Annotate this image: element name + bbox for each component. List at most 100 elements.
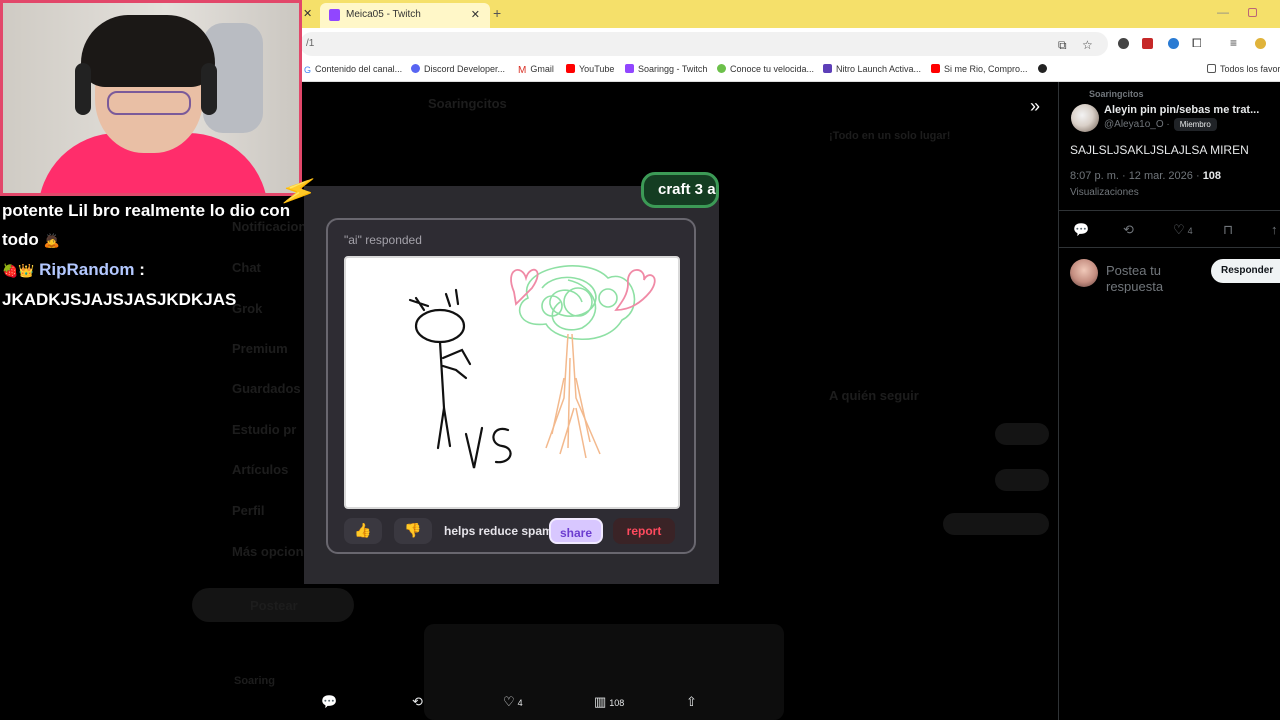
twitch-icon — [625, 64, 634, 73]
minimize-icon[interactable]: — — [1217, 5, 1229, 19]
drawing-illustration — [408, 265, 656, 469]
reply-icon[interactable]: 💬 — [321, 694, 337, 710]
trend-header: ¡Todo en un solo lugar! — [829, 130, 951, 142]
headset-icon — [75, 63, 91, 115]
retweet-icon[interactable]: ⟲ — [1123, 222, 1134, 238]
chat-message: potente Lil bro realmente lo dio con tod… — [2, 201, 291, 249]
chat-username: RipRandom — [39, 260, 135, 279]
star-icon[interactable]: ☆ — [1082, 38, 1093, 52]
nav-item[interactable]: Perfil — [232, 503, 265, 518]
like-button[interactable]: ♡ 4 — [503, 694, 523, 710]
tweet-user-name[interactable]: Aleyin pin pin/sebas me trat... — [1104, 104, 1259, 116]
media-icon[interactable]: ≡ — [1230, 36, 1237, 50]
share-icon[interactable]: ↑ — [1271, 222, 1278, 237]
who-to-follow-heading: A quién seguir — [829, 388, 919, 403]
nav-item[interactable]: Premium — [232, 341, 288, 356]
nav-item[interactable]: Más opcion — [232, 544, 304, 559]
share-button[interactable]: share — [549, 518, 603, 544]
like-button[interactable]: ♡ 4 — [1173, 222, 1193, 238]
tweet-actions: 💬 ⟲ ♡ 4 ⊓ ↑ — [1059, 210, 1280, 248]
nav-item[interactable]: Guardados — [232, 381, 301, 396]
avatar — [1070, 259, 1098, 287]
headset-icon — [201, 63, 217, 115]
tweet-panel: Soaringcitos Aleyin pin pin/sebas me tra… — [1058, 82, 1280, 720]
share-icon[interactable]: ⇧ — [686, 694, 697, 710]
speedtest-icon — [717, 64, 726, 73]
bookmark-item[interactable]: Conoce tu velocida... — [717, 64, 814, 74]
tab-meica05[interactable]: Meica05 - Twitch ✕ — [320, 3, 490, 28]
thumbs-down-button[interactable]: 👎 — [394, 518, 432, 544]
webcam-feed — [0, 0, 302, 196]
bookmark-item[interactable]: Nitro Launch Activa... — [823, 64, 921, 74]
ai-response-card: "ai" responded 👍 👎 helps reduce spam sha… — [326, 218, 696, 554]
retweet-icon[interactable]: ⟲ — [412, 694, 423, 710]
close-tab-icon[interactable]: ✕ — [471, 8, 480, 21]
tweet-text: SAJLSLJSAKLJSLAJLSA MIREN — [1070, 143, 1249, 157]
bookmark-item[interactable]: G Contenido del canal... — [304, 64, 402, 75]
reply-icon[interactable]: 💬 — [1073, 222, 1089, 238]
tab-title: Meica05 - Twitch — [346, 9, 421, 20]
puzzle-icon[interactable]: ⧠ — [1192, 36, 1202, 51]
url-field[interactable]: /1 ⧉ ☆ — [300, 32, 1108, 56]
new-tab-button[interactable]: + — [493, 5, 501, 21]
globe-icon — [1038, 64, 1047, 73]
chevrons-right-icon[interactable]: » — [1030, 96, 1040, 117]
follow-button[interactable] — [995, 469, 1049, 491]
tweet-handle: @Aleya1o_O · Miembro — [1104, 118, 1217, 131]
views-label: Visualizaciones — [1070, 187, 1139, 198]
thumbs-up-icon: 👍 — [354, 522, 372, 538]
install-icon[interactable]: ⧉ — [1058, 38, 1067, 53]
chat-message-text: JKADKJSJAJSJASJKDKJAS — [2, 290, 237, 309]
post-button[interactable]: Postear — [192, 588, 354, 622]
card-header: "ai" responded — [344, 233, 422, 247]
screen: ✕ Meica05 - Twitch ✕ + — /1 ⧉ ☆ ⧠ ≡ G Con… — [0, 0, 1280, 720]
follow-button[interactable] — [995, 423, 1049, 445]
youtube-icon — [566, 64, 575, 73]
member-badge: Miembro — [1173, 118, 1217, 131]
bookmark-item[interactable]: Discord Developer... — [411, 64, 505, 74]
avatar[interactable] — [1071, 104, 1099, 132]
thumbs-up-button[interactable]: 👍 — [344, 518, 382, 544]
youtube-icon — [931, 64, 940, 73]
profile-name[interactable]: Soaring — [234, 675, 275, 687]
maximize-icon[interactable] — [1248, 8, 1257, 17]
twitch-icon — [329, 9, 340, 21]
bookmark-item[interactable] — [1038, 64, 1051, 74]
chat-overlay: potente Lil bro realmente lo dio con tod… — [2, 196, 307, 314]
extension-icon[interactable] — [1142, 38, 1153, 49]
emote-icon: 🙇 — [43, 233, 60, 248]
report-button[interactable]: report — [613, 518, 675, 544]
streamer-hair — [81, 15, 215, 87]
reply-button[interactable]: Responder — [1211, 259, 1280, 283]
extension-icon[interactable] — [1168, 38, 1179, 49]
folder-icon — [1207, 64, 1216, 73]
thumbs-down-icon: 👎 — [404, 522, 422, 538]
reply-input[interactable]: Postea tu respuesta — [1106, 263, 1206, 293]
close-tab-icon[interactable]: ✕ — [303, 7, 312, 20]
bookmark-item[interactable]: Si me Rio, Compro... — [931, 64, 1028, 74]
bookmark-item[interactable]: YouTube — [566, 64, 614, 74]
google-icon: G — [304, 65, 312, 75]
discord-icon — [411, 64, 420, 73]
bookmark-folder[interactable]: Todos los favori — [1207, 64, 1280, 74]
bookmark-icon[interactable]: ⊓ — [1223, 222, 1233, 238]
badge-icon: 🍓👑 — [2, 263, 35, 278]
tweet-timestamp: 8:07 p. m. · 12 mar. 2026 · 108 — [1070, 170, 1222, 182]
url-text: /1 — [306, 38, 315, 49]
bookmark-item[interactable]: Soaringg - Twitch — [625, 64, 707, 74]
chat-message: 🍓👑 RipRandom : — [2, 260, 145, 279]
green-tab[interactable]: craft 3 a — [641, 172, 719, 208]
views-button[interactable]: ▥ 108 — [594, 694, 624, 710]
nav-item[interactable]: Estudio pr — [232, 422, 296, 437]
nitro-icon — [823, 64, 832, 73]
bookmark-item[interactable]: M Gmail — [518, 64, 554, 76]
nav-item[interactable]: Artículos — [232, 462, 288, 477]
subscribe-button[interactable] — [943, 513, 1049, 535]
bottom-action-bar: 💬 ⟲ ♡ 4 ▥ 108 ⇧ — [300, 690, 720, 716]
profile-icon[interactable] — [1255, 38, 1266, 49]
spam-caption: helps reduce spam — [444, 524, 553, 538]
drawing-canvas — [344, 256, 680, 509]
extension-icon[interactable] — [1118, 38, 1129, 49]
community-title: Soaringcitos — [428, 96, 507, 111]
community-label[interactable]: Soaringcitos — [1089, 89, 1144, 99]
